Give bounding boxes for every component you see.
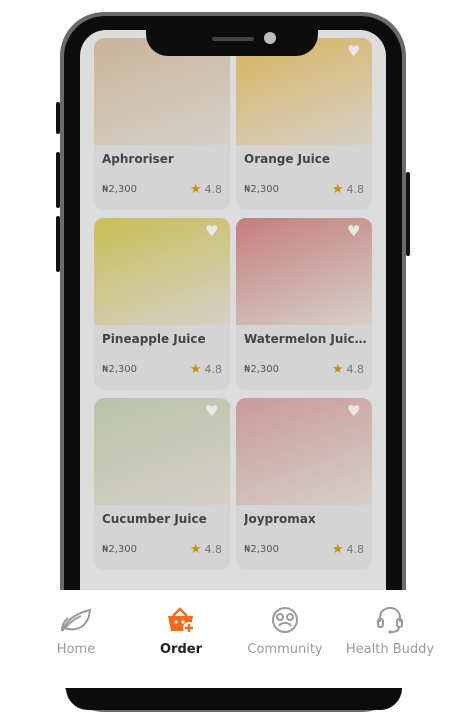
rating-value: 4.8 [204, 543, 223, 556]
star-icon: ★ [189, 362, 202, 377]
rating-value: 4.8 [346, 543, 365, 556]
heart-icon[interactable]: ♥ [205, 404, 221, 419]
phone-bottom-bezel [66, 688, 402, 710]
rating-value: 4.8 [204, 363, 223, 376]
product-rating: ★ 4.8 [332, 542, 364, 557]
product-name: Pineapple Juice [102, 332, 206, 346]
product-price: ₦2,300 [244, 364, 279, 375]
product-name: Joypromax [244, 512, 316, 526]
star-icon: ★ [331, 182, 344, 197]
product-price: ₦2,300 [244, 544, 279, 555]
nav-community[interactable]: Community [230, 604, 340, 657]
nav-home[interactable]: Home [21, 604, 131, 657]
basket-add-icon [126, 604, 236, 636]
nav-health-buddy[interactable]: Health Buddy [335, 604, 445, 657]
heart-icon[interactable]: ♥ [347, 404, 363, 419]
headset-icon [335, 604, 445, 636]
product-price: ₦2,300 [102, 544, 137, 555]
product-grid: ♥Aphroriser₦2,300★4.8♥Orange Juice₦2,300… [94, 38, 372, 570]
star-icon: ★ [189, 542, 202, 557]
speaker [212, 37, 254, 41]
product-rating: ★ 4.8 [190, 182, 222, 197]
product-name: Aphroriser [102, 152, 174, 166]
heart-icon[interactable]: ♥ [205, 224, 221, 239]
volume-up-button [56, 152, 60, 208]
leaf-icon [21, 604, 131, 636]
notch [146, 16, 318, 56]
heart-icon[interactable]: ♥ [347, 224, 363, 239]
product-rating: ★ 4.8 [190, 362, 222, 377]
star-icon: ★ [189, 182, 202, 197]
product-rating: ★ 4.8 [332, 362, 364, 377]
nav-health-buddy-label: Health Buddy [345, 642, 435, 657]
community-face-icon [230, 604, 340, 636]
product-price: ₦2,300 [244, 184, 279, 195]
product-card[interactable]: ♥ Cucumber Juice ₦2,300 ★ 4.8 [94, 398, 230, 570]
product-card[interactable]: ♥Aphroriser₦2,300★4.8 [94, 38, 230, 210]
heart-icon[interactable]: ♥ [347, 44, 363, 59]
volume-down-button [56, 216, 60, 272]
rating-value: 4.8 [204, 183, 223, 196]
product-price: ₦2,300 [102, 364, 137, 375]
product-name: Watermelon Juic... [244, 332, 368, 346]
product-name: Orange Juice [244, 152, 331, 166]
product-card[interactable]: ♥ Watermelon Juic... ₦2,300 ★ 4.8 [236, 218, 372, 390]
product-rating: ★ 4.8 [332, 182, 364, 197]
product-price: ₦2,300 [102, 184, 137, 195]
product-card[interactable]: ♥ Joypromax ₦2,300 ★ 4.8 [236, 398, 372, 570]
product-card[interactable]: ♥ Orange Juice ₦2,300 ★ 4.8 [236, 38, 372, 210]
product-rating: ★ 4.8 [190, 542, 222, 557]
star-icon: ★ [331, 362, 344, 377]
nav-order-label: Order [160, 642, 202, 657]
star-icon: ★ [331, 542, 344, 557]
nav-community-label: Community [247, 642, 323, 657]
mute-button [56, 102, 60, 134]
power-button [406, 172, 410, 256]
product-name: Cucumber Juice [102, 512, 207, 526]
front-camera [264, 32, 276, 44]
nav-order[interactable]: Order [126, 604, 236, 657]
nav-home-label: Home [56, 642, 96, 657]
rating-value: 4.8 [346, 183, 365, 196]
product-card[interactable]: ♥ Pineapple Juice ₦2,300 ★ 4.8 [94, 218, 230, 390]
rating-value: 4.8 [346, 363, 365, 376]
bottom-nav: Home Order Community Health Buddy [0, 590, 464, 688]
